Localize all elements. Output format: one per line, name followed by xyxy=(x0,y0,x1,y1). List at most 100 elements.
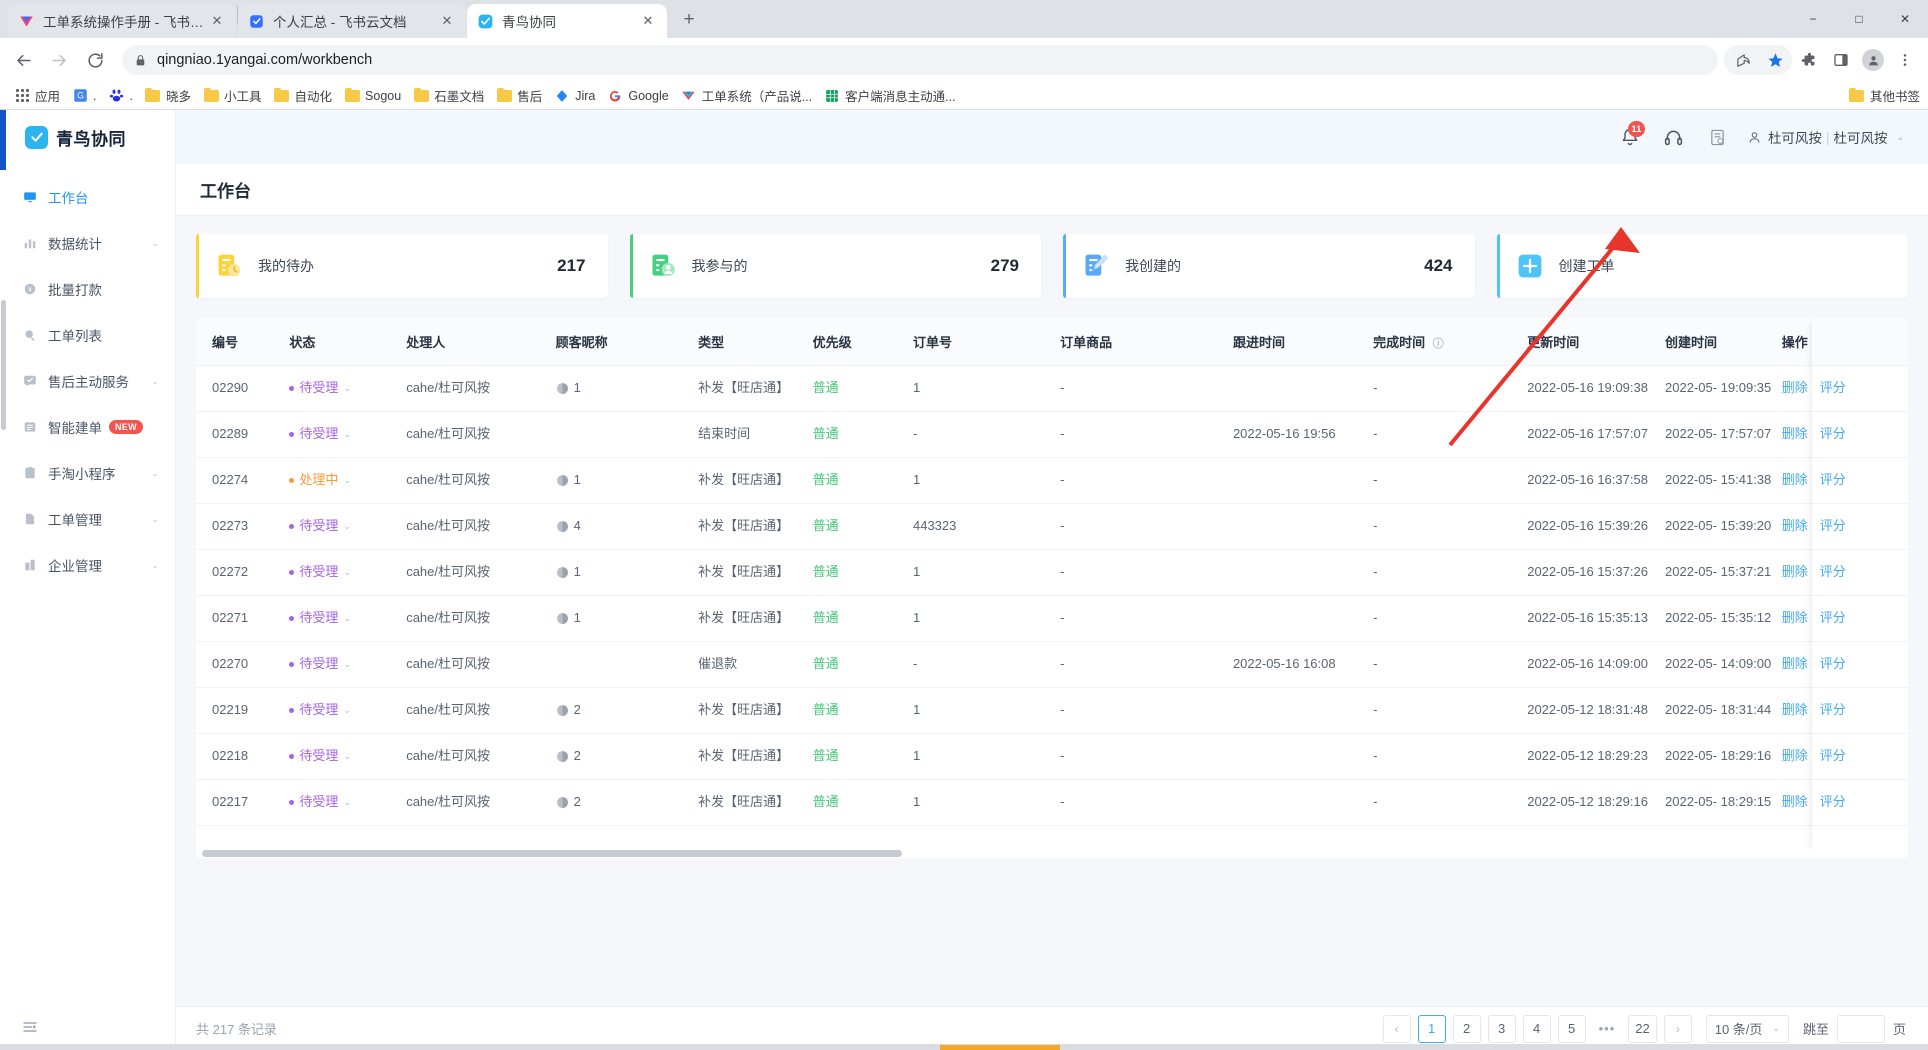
chevron-down-icon[interactable]: ⌄ xyxy=(343,750,351,763)
bookmark-gongdan-feishu[interactable]: 工单系统（产品说... xyxy=(675,84,818,108)
page-button-4[interactable]: 4 xyxy=(1522,1014,1551,1043)
collapse-sidebar-icon[interactable] xyxy=(22,1019,38,1039)
doc-clock-icon[interactable] xyxy=(1701,120,1735,154)
sidebar-item-ticket-management[interactable]: 工单管理 ⌄ xyxy=(0,496,175,542)
cell-id[interactable]: 02289 xyxy=(196,411,290,458)
cell-status[interactable]: 待受理 ⌄ xyxy=(289,503,407,550)
delete-link[interactable]: 删除 xyxy=(1782,656,1808,671)
share-icon[interactable] xyxy=(1728,45,1758,75)
table-row[interactable]: 02218 待受理 ⌄ cahe/杜可风按 2 补发【旺店通】 普通 1- -2022-05-1… xyxy=(196,733,1908,780)
cell-id[interactable]: 02219 xyxy=(196,687,290,734)
sidebar-item-statistics[interactable]: 数据统计 ⌄ xyxy=(0,220,175,266)
browser-tab-2[interactable]: 个人汇总 - 飞书云文档 ✕ xyxy=(238,4,466,38)
status-badge[interactable]: 待受理 ⌄ xyxy=(289,793,398,812)
rate-link[interactable]: 评分 xyxy=(1820,426,1846,441)
th-create[interactable]: 创建时间 xyxy=(1665,318,1782,366)
user-menu[interactable]: 杜可风按 | 杜可风按 ⌄ xyxy=(1747,127,1904,147)
status-badge[interactable]: 待受理 ⌄ xyxy=(289,655,398,674)
chevron-down-icon[interactable]: ⌄ xyxy=(343,796,351,809)
status-badge[interactable]: 待受理 ⌄ xyxy=(289,379,398,398)
table-horizontal-scrollbar[interactable] xyxy=(196,849,1908,858)
page-size-select[interactable]: 10 条/页 ⌄ xyxy=(1705,1014,1789,1043)
delete-link[interactable]: 删除 xyxy=(1782,748,1808,763)
rate-link[interactable]: 评分 xyxy=(1820,564,1846,579)
side-panel-icon[interactable] xyxy=(1826,45,1856,75)
browser-tab-3-active[interactable]: 青鸟协同 ✕ xyxy=(467,4,667,38)
card-my-created[interactable]: 我创建的 424 xyxy=(1063,234,1475,298)
rate-link[interactable]: 评分 xyxy=(1820,794,1846,809)
next-page-button[interactable]: › xyxy=(1663,1014,1692,1043)
status-badge[interactable]: 待受理 ⌄ xyxy=(289,701,398,720)
rate-link[interactable]: 评分 xyxy=(1820,702,1846,717)
table-row[interactable]: 02272 待受理 ⌄ cahe/杜可风按 1 补发【旺店通】 普通 1- -2022-05-1… xyxy=(196,549,1908,596)
delete-link[interactable]: 删除 xyxy=(1782,794,1808,809)
card-my-todo[interactable]: 我的待办 217 xyxy=(196,234,608,298)
rate-link[interactable]: 评分 xyxy=(1820,472,1846,487)
bookmark-folder-sogou[interactable]: Sogou xyxy=(338,84,407,108)
th-finish[interactable]: 完成时间 ⓘ xyxy=(1373,318,1528,366)
cell-status[interactable]: 待受理 ⌄ xyxy=(289,687,407,734)
table-row[interactable]: 02289 待受理 ⌄ cahe/杜可风按 结束时间 普通 - -2022-05-16 19:… xyxy=(196,411,1908,458)
chevron-down-icon[interactable]: ⌄ xyxy=(343,704,351,717)
status-badge[interactable]: 待受理 ⌄ xyxy=(289,425,398,444)
browser-tab-1[interactable]: 工单系统操作手册 - 飞书云文档 ✕ xyxy=(8,4,236,38)
extensions-icon[interactable] xyxy=(1794,45,1824,75)
delete-link[interactable]: 删除 xyxy=(1782,518,1808,533)
close-icon[interactable]: ✕ xyxy=(208,12,226,30)
page-button-1[interactable]: 1 xyxy=(1417,1014,1446,1043)
page-ellipsis[interactable]: ••• xyxy=(1592,1014,1622,1043)
chevron-down-icon[interactable]: ⌄ xyxy=(343,612,351,625)
sidebar-item-workbench[interactable]: 工作台 xyxy=(0,174,175,220)
address-bar[interactable]: qingniao.1yangai.com/workbench xyxy=(122,45,1718,75)
page-button-2[interactable]: 2 xyxy=(1452,1014,1481,1043)
cell-id[interactable]: 02218 xyxy=(196,733,290,780)
status-badge[interactable]: 待受理 ⌄ xyxy=(289,747,398,766)
cell-id[interactable]: 02271 xyxy=(196,595,290,642)
delete-link[interactable]: 删除 xyxy=(1782,702,1808,717)
delete-link[interactable]: 删除 xyxy=(1782,426,1808,441)
star-icon[interactable] xyxy=(1760,45,1790,75)
card-my-participated[interactable]: 我参与的 279 xyxy=(629,234,1041,298)
cell-id[interactable]: 02274 xyxy=(196,457,290,504)
sidebar-item-smart-ticket[interactable]: 智能建单 NEW xyxy=(0,404,175,450)
maximize-button[interactable]: □ xyxy=(1836,0,1882,38)
status-badge[interactable]: 待受理 ⌄ xyxy=(289,609,398,628)
cell-status[interactable]: 待受理 ⌄ xyxy=(289,641,407,688)
chevron-down-icon[interactable]: ⌄ xyxy=(343,658,351,671)
headset-icon[interactable] xyxy=(1657,120,1691,154)
other-bookmarks[interactable]: 其他书签 xyxy=(1849,86,1920,105)
th-follow[interactable]: 跟进时间 xyxy=(1232,318,1374,366)
chevron-down-icon[interactable]: ⌄ xyxy=(343,566,351,579)
table-row[interactable]: 02219 待受理 ⌄ cahe/杜可风按 2 补发【旺店通】 普通 1- -2022-05-1… xyxy=(196,687,1908,734)
th-type[interactable]: 类型 xyxy=(698,318,813,366)
jump-page-input[interactable] xyxy=(1836,1014,1885,1043)
scrollbar-thumb[interactable] xyxy=(202,850,902,857)
sidebar-item-batch-payment[interactable]: ¥ 批量打款 xyxy=(0,266,175,312)
rate-link[interactable]: 评分 xyxy=(1820,518,1846,533)
chevron-down-icon[interactable]: ⌄ xyxy=(343,428,351,441)
cell-status[interactable]: 待受理 ⌄ xyxy=(289,411,407,458)
profile-icon[interactable] xyxy=(1858,45,1888,75)
menu-icon[interactable] xyxy=(1890,45,1920,75)
cell-status[interactable]: 处理中 ⌄ xyxy=(289,457,407,504)
cell-id[interactable]: 02272 xyxy=(196,549,290,596)
sidebar-item-enterprise-management[interactable]: 企业管理 ⌄ xyxy=(0,542,175,588)
rate-link[interactable]: 评分 xyxy=(1820,380,1846,395)
minimize-button[interactable]: − xyxy=(1790,0,1836,38)
delete-link[interactable]: 删除 xyxy=(1782,610,1808,625)
cell-id[interactable]: 02217 xyxy=(196,779,290,826)
close-icon[interactable]: ✕ xyxy=(438,12,456,30)
th-status[interactable]: 状态 xyxy=(289,318,407,366)
cell-id[interactable]: 02290 xyxy=(196,365,290,412)
cell-status[interactable]: 待受理 ⌄ xyxy=(289,779,407,826)
bell-icon[interactable]: 11 xyxy=(1613,120,1647,154)
back-icon[interactable] xyxy=(8,45,38,75)
status-badge[interactable]: 处理中 ⌄ xyxy=(289,471,398,490)
table-row[interactable]: 02271 待受理 ⌄ cahe/杜可风按 1 补发【旺店通】 普通 1- -2022-05-1… xyxy=(196,595,1908,642)
table-row[interactable]: 02274 处理中 ⌄ cahe/杜可风按 1 补发【旺店通】 普通 1- -2022-05-1… xyxy=(196,457,1908,504)
th-priority[interactable]: 优先级 xyxy=(812,318,913,366)
th-goods[interactable]: 订单商品 xyxy=(1060,318,1233,366)
page-button-5[interactable]: 5 xyxy=(1557,1014,1586,1043)
bookmark-google[interactable]: Google xyxy=(601,84,674,108)
bookmark-jira[interactable]: Jira xyxy=(548,84,601,108)
